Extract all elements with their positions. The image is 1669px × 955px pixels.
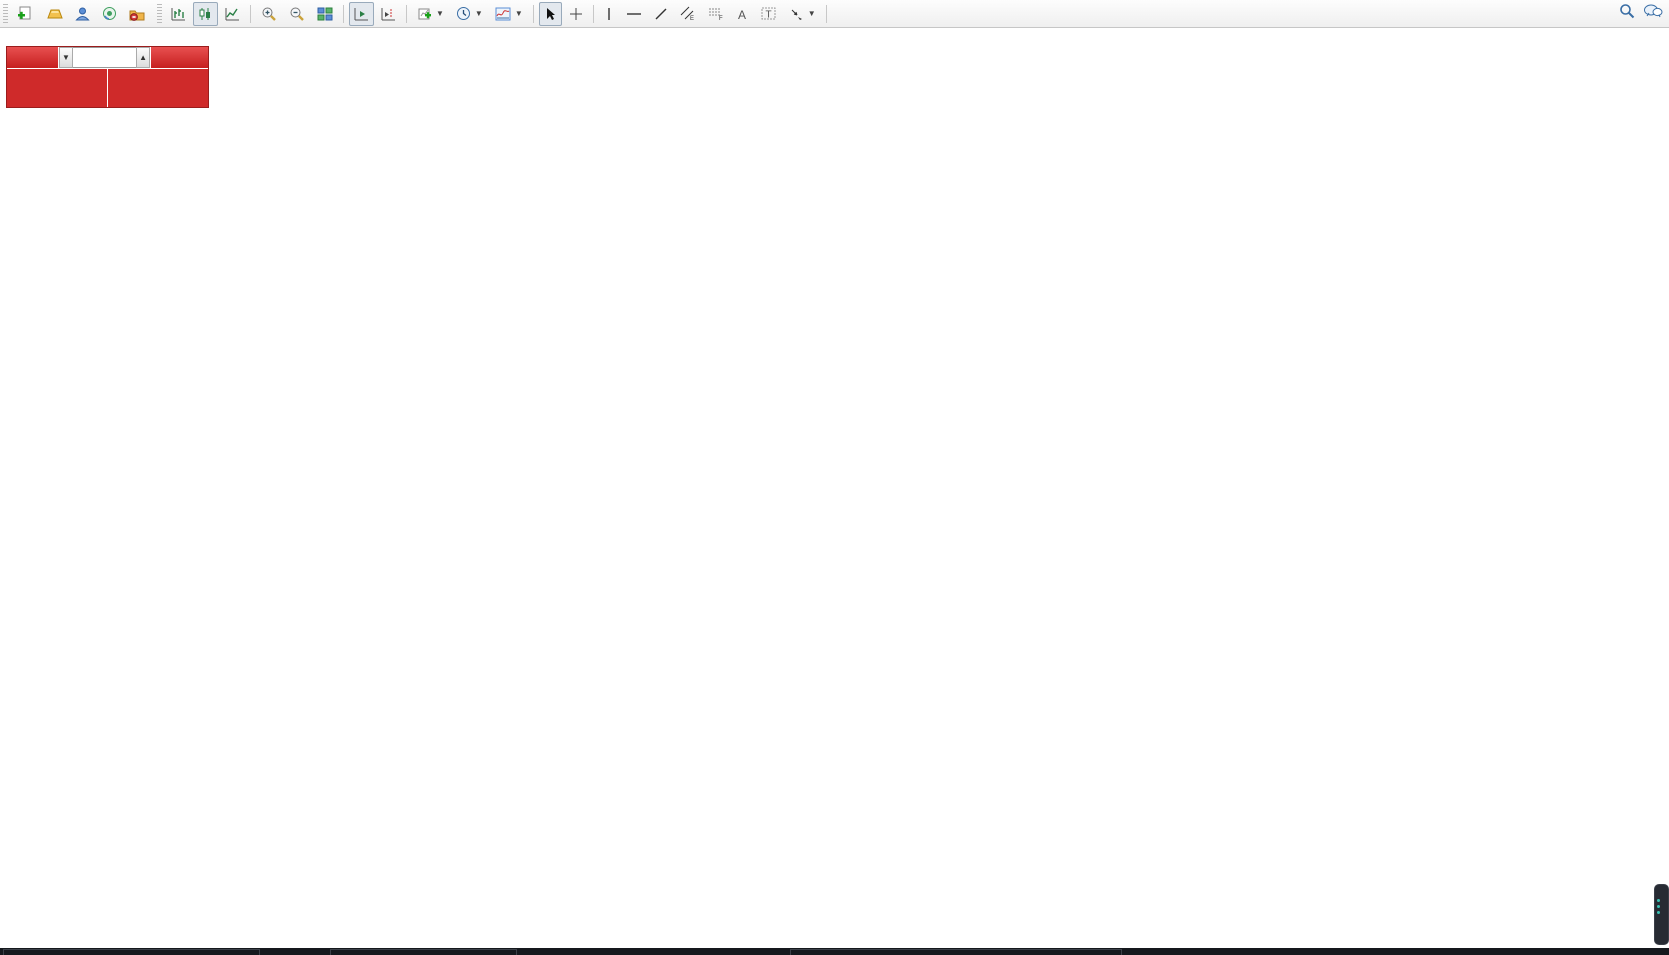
taskbar-widget[interactable] <box>1654 884 1669 945</box>
taskbar-window-button[interactable] <box>790 949 1122 955</box>
volume-decrease-button[interactable]: ▼ <box>59 47 73 68</box>
taskbar-window-button[interactable] <box>330 949 517 955</box>
volume-input[interactable] <box>72 47 137 68</box>
mt4-window: ▼ ▼ ▼ E F A <box>0 0 1669 955</box>
buy-button[interactable] <box>151 47 208 68</box>
taskbar-window-button[interactable] <box>3 949 260 955</box>
chart-title <box>6 31 16 45</box>
buy-price[interactable] <box>108 69 208 107</box>
sell-price[interactable] <box>7 69 108 107</box>
taskbar <box>0 948 1669 955</box>
one-click-trading-panel: ▼ ▲ <box>6 46 209 108</box>
volume-spinner: ▼ ▲ <box>58 47 151 68</box>
sell-button[interactable] <box>7 47 58 68</box>
volume-increase-button[interactable]: ▲ <box>136 47 150 68</box>
chart-canvas[interactable] <box>0 0 1669 955</box>
